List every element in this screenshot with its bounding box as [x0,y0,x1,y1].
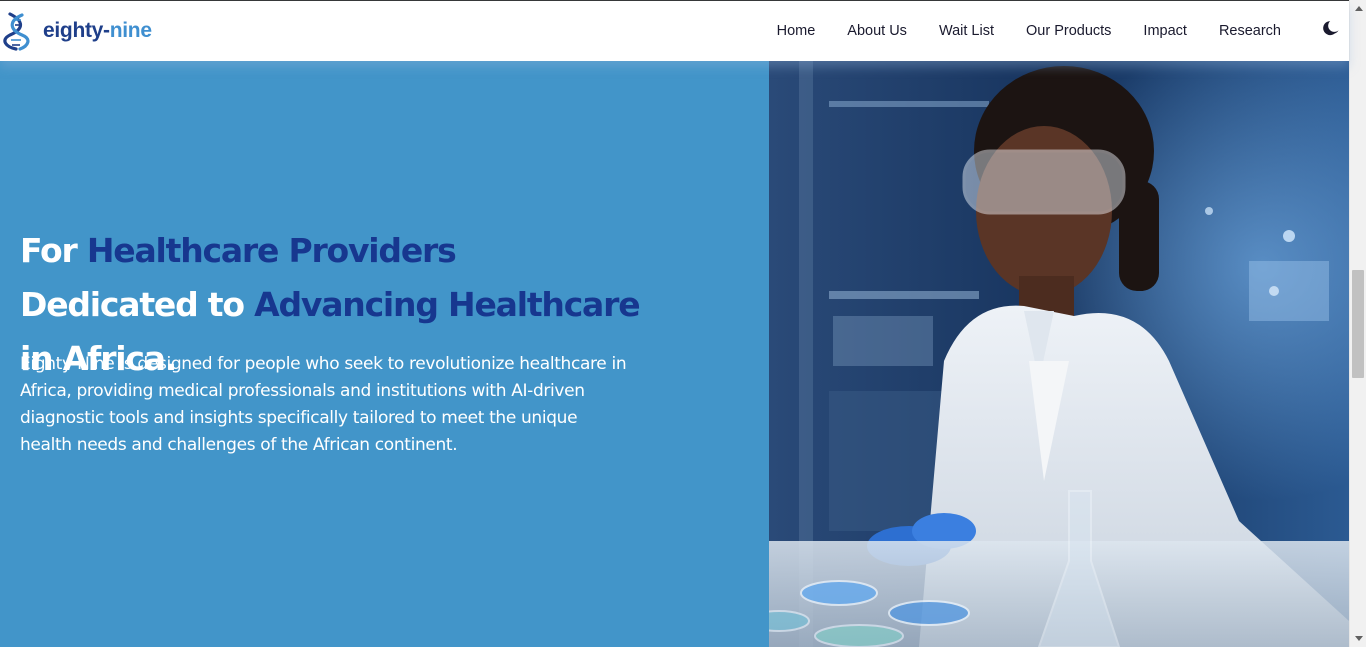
hero-title-part1: For [20,231,87,270]
scroll-down-arrow-icon[interactable] [1350,630,1366,647]
nav-research[interactable]: Research [1219,23,1281,39]
nav-home[interactable]: Home [777,23,816,39]
page-scrollbar[interactable] [1349,0,1366,647]
nav-our-products[interactable]: Our Products [1026,23,1111,39]
nav-wait-list[interactable]: Wait List [939,23,994,39]
scroll-up-arrow-icon[interactable] [1350,0,1366,17]
laboratory-scientist-photo [769,61,1349,647]
hero-title-part2: Dedicated to [20,285,255,324]
brand-name-part1: eighty- [43,19,110,42]
nav-menu: Home About Us Wait List Our Products Imp… [777,1,1349,61]
hero-title-highlight-advancing-healthcare: Advancing Healthcare [254,285,640,324]
scrollbar-thumb[interactable] [1352,270,1364,378]
theme-toggle-button[interactable] [1321,20,1341,43]
hero-description: Eighty-Nine is designed for people who s… [20,354,627,455]
brand-name-part2: nine [109,19,152,42]
brand-logo-link[interactable]: eighty-nine [2,11,152,51]
nav-impact[interactable]: Impact [1143,23,1187,39]
hero-title-highlight-healthcare-providers: Healthcare Providers [86,231,457,270]
nav-about-us[interactable]: About Us [847,23,907,39]
brand-name: eighty-nine [43,19,152,43]
moon-icon [1322,20,1340,43]
hero-section: For Healthcare Providers Dedicated to Ad… [0,61,769,647]
dna-icon [2,11,34,51]
navbar: eighty-nine Home About Us Wait List Our … [0,1,1349,61]
